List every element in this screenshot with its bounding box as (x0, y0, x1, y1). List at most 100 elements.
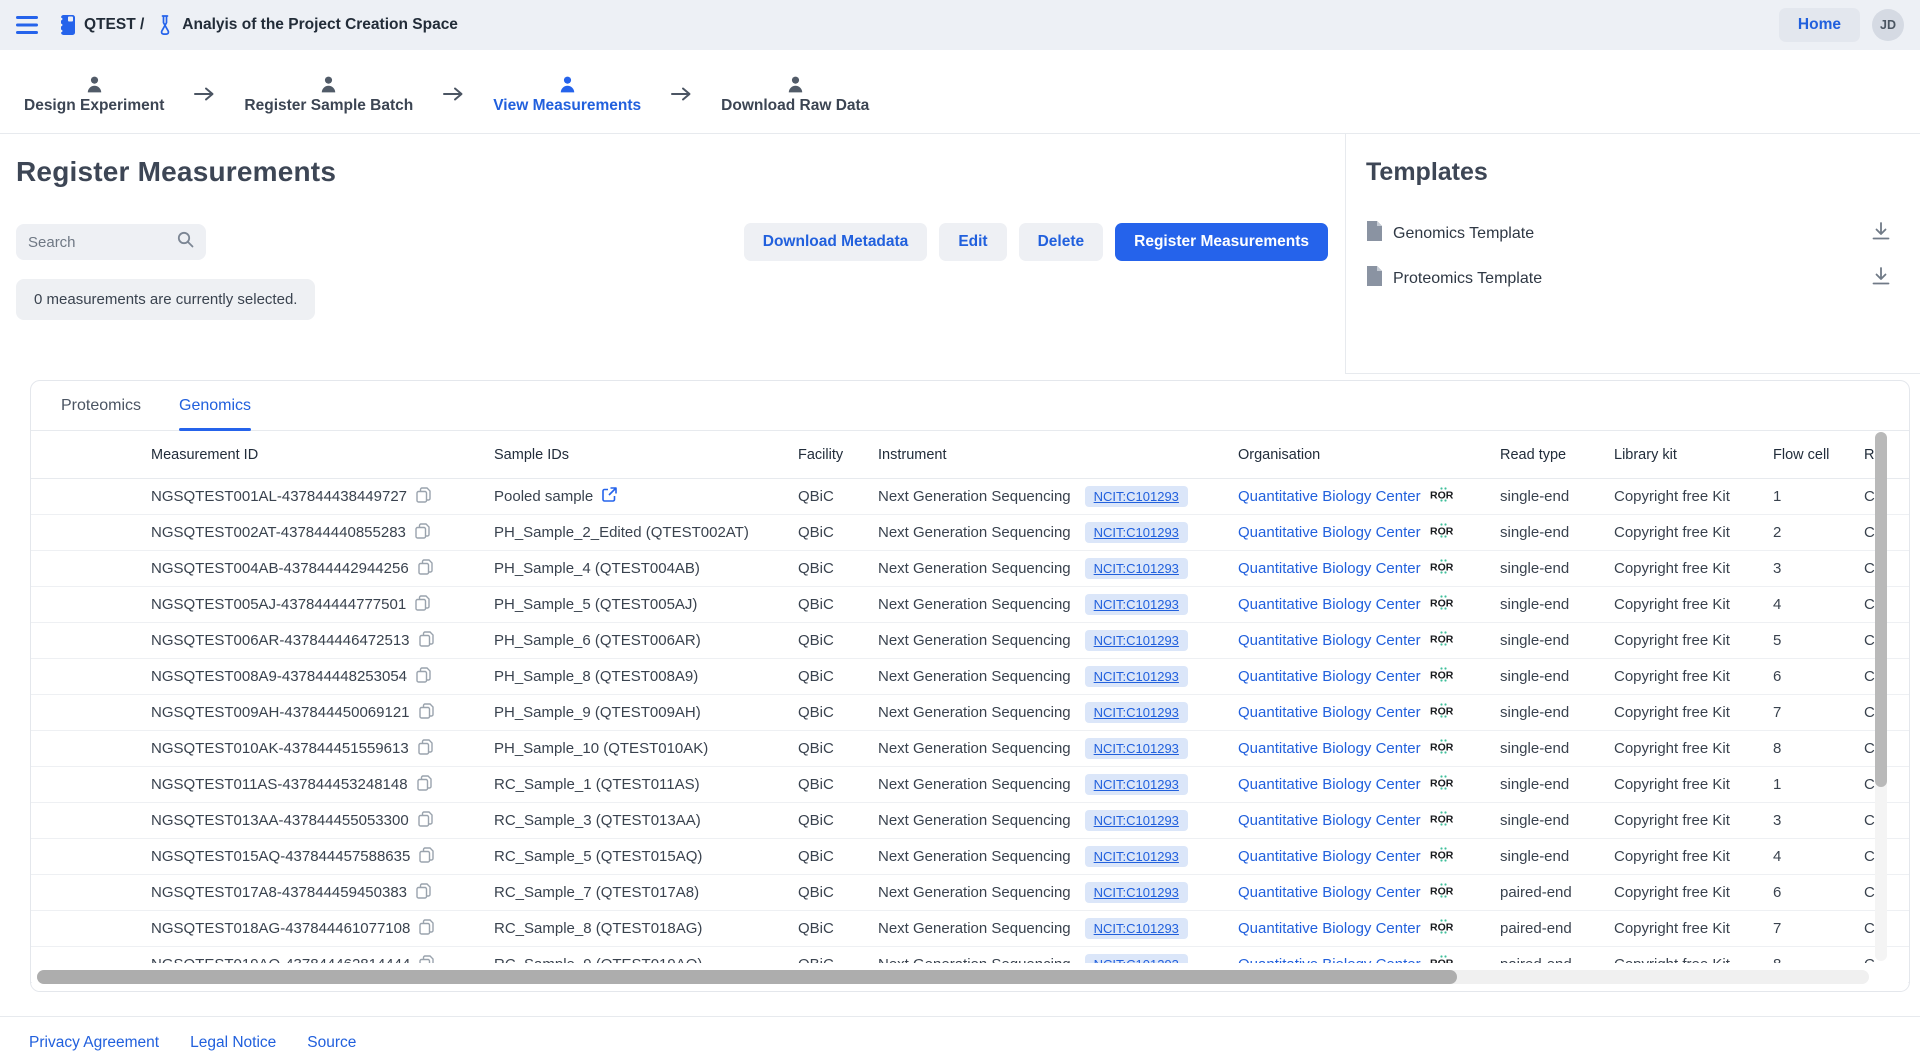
breadcrumb-experiment-title[interactable]: Analyis of the Project Creation Space (182, 16, 458, 34)
delete-button[interactable]: Delete (1019, 223, 1104, 261)
breadcrumb-project-code[interactable]: QTEST / (84, 16, 144, 34)
library-kit-cell: Copyright free Kit (1614, 704, 1773, 721)
organisation-link[interactable]: Quantitative Biology Center (1238, 848, 1421, 865)
read-type-cell: paired-end (1500, 884, 1614, 901)
library-kit-cell: Copyright free Kit (1614, 596, 1773, 613)
register-measurements-button[interactable]: Register Measurements (1115, 223, 1328, 261)
footer-link[interactable]: Source (307, 1034, 356, 1052)
organisation-link[interactable]: Quantitative Biology Center (1238, 776, 1421, 793)
column-header: Read type (1500, 447, 1614, 463)
external-link-icon[interactable] (602, 487, 617, 506)
facility-cell: QBiC (798, 596, 878, 613)
facility-cell: QBiC (798, 920, 878, 937)
copy-icon[interactable] (419, 703, 434, 723)
ontology-ref-badge[interactable]: NCIT:C101293 (1085, 738, 1188, 759)
copy-icon[interactable] (416, 667, 431, 687)
organisation-link[interactable]: Quantitative Biology Center (1238, 668, 1421, 685)
svg-text:ROR: ROR (1430, 490, 1454, 502)
read-type-cell: single-end (1500, 848, 1614, 865)
measurement-id-cell: NGSQTEST017A8-437844459450383 (151, 883, 494, 903)
template-item: Genomics Template (1366, 211, 1890, 256)
copy-icon[interactable] (417, 775, 432, 795)
ontology-ref-badge[interactable]: NCIT:C101293 (1085, 774, 1188, 795)
copy-icon[interactable] (419, 919, 434, 939)
ontology-ref-badge[interactable]: NCIT:C101293 (1085, 486, 1188, 507)
organisation-link[interactable]: Quantitative Biology Center (1238, 596, 1421, 613)
ontology-ref-badge[interactable]: NCIT:C101293 (1085, 666, 1188, 687)
svg-text:ROR: ROR (1430, 562, 1454, 574)
ror-logo-icon: ROR (1429, 631, 1458, 650)
facility-cell: QBiC (798, 632, 878, 649)
column-header: Instrument (878, 447, 1238, 463)
organisation-link[interactable]: Quantitative Biology Center (1238, 488, 1421, 505)
search-input[interactable] (28, 234, 177, 251)
user-avatar[interactable]: JD (1872, 9, 1904, 41)
vertical-scrollbar-thumb[interactable] (1875, 432, 1887, 787)
table-row: NGSQTEST002AT-437844440855283 PH_Sample_… (31, 515, 1909, 551)
copy-icon[interactable] (418, 559, 433, 579)
tab[interactable]: Genomics (163, 381, 267, 430)
instrument-cell: Next Generation Sequencing NCIT:C101293 (878, 666, 1238, 687)
organisation-cell: Quantitative Biology Center ROR (1238, 739, 1500, 758)
footer-link[interactable]: Legal Notice (190, 1034, 276, 1052)
copy-icon[interactable] (416, 487, 431, 507)
ontology-ref-badge[interactable]: NCIT:C101293 (1085, 558, 1188, 579)
ror-logo-icon: ROR (1429, 847, 1458, 866)
organisation-link[interactable]: Quantitative Biology Center (1238, 704, 1421, 721)
read-type-cell: single-end (1500, 740, 1614, 757)
home-button[interactable]: Home (1779, 8, 1860, 42)
instrument-cell: Next Generation Sequencing NCIT:C101293 (878, 846, 1238, 867)
library-kit-cell: Copyright free Kit (1614, 524, 1773, 541)
read-type-cell: paired-end (1500, 920, 1614, 937)
organisation-link[interactable]: Quantitative Biology Center (1238, 632, 1421, 649)
read-type-cell: single-end (1500, 632, 1614, 649)
ontology-ref-badge[interactable]: NCIT:C101293 (1085, 594, 1188, 615)
copy-icon[interactable] (418, 811, 433, 831)
workflow-step-button[interactable]: Register Sample Batch (244, 69, 413, 115)
content-header-zone: Register Measurements Download Metadata … (0, 134, 1920, 380)
horizontal-scrollbar-thumb[interactable] (37, 970, 1457, 984)
copy-icon[interactable] (419, 847, 434, 867)
instrument-name: Next Generation Sequencing (878, 704, 1071, 721)
organisation-link[interactable]: Quantitative Biology Center (1238, 740, 1421, 757)
library-kit-cell: Copyright free Kit (1614, 776, 1773, 793)
measurement-id-cell: NGSQTEST018AG-437844461077108 (151, 919, 494, 939)
menu-icon[interactable] (16, 16, 38, 34)
ontology-ref-badge[interactable]: NCIT:C101293 (1085, 810, 1188, 831)
download-icon[interactable] (1872, 267, 1890, 290)
copy-icon[interactable] (415, 595, 430, 615)
read-type-cell: single-end (1500, 488, 1614, 505)
copy-icon[interactable] (416, 883, 431, 903)
footer-link[interactable]: Privacy Agreement (29, 1034, 159, 1052)
download-icon[interactable] (1872, 222, 1890, 245)
organisation-link[interactable]: Quantitative Biology Center (1238, 812, 1421, 829)
workflow-step-button[interactable]: Design Experiment (24, 69, 164, 115)
ontology-ref-badge[interactable]: NCIT:C101293 (1085, 882, 1188, 903)
organisation-link[interactable]: Quantitative Biology Center (1238, 920, 1421, 937)
ontology-ref-badge[interactable]: NCIT:C101293 (1085, 522, 1188, 543)
facility-cell: QBiC (798, 776, 878, 793)
read-type-cell: single-end (1500, 524, 1614, 541)
workflow-step-button[interactable]: View Measurements (493, 69, 641, 115)
library-kit-cell: Copyright free Kit (1614, 488, 1773, 505)
instrument-name: Next Generation Sequencing (878, 560, 1071, 577)
ontology-ref-badge[interactable]: NCIT:C101293 (1085, 918, 1188, 939)
sample-id: RC_Sample_3 (QTEST013AA) (494, 812, 701, 829)
ontology-ref-badge[interactable]: NCIT:C101293 (1085, 846, 1188, 867)
tab[interactable]: Proteomics (45, 381, 157, 430)
organisation-link[interactable]: Quantitative Biology Center (1238, 560, 1421, 577)
workflow-step-button[interactable]: Download Raw Data (721, 69, 869, 115)
ontology-ref-badge[interactable]: NCIT:C101293 (1085, 630, 1188, 651)
copy-icon[interactable] (415, 523, 430, 543)
edit-button[interactable]: Edit (939, 223, 1006, 261)
person-icon (558, 75, 577, 94)
column-header: Flow cell (1773, 447, 1864, 463)
instrument-cell: Next Generation Sequencing NCIT:C101293 (878, 738, 1238, 759)
organisation-link[interactable]: Quantitative Biology Center (1238, 524, 1421, 541)
organisation-link[interactable]: Quantitative Biology Center (1238, 884, 1421, 901)
ontology-ref-badge[interactable]: NCIT:C101293 (1085, 702, 1188, 723)
copy-icon[interactable] (418, 739, 433, 759)
copy-icon[interactable] (419, 631, 434, 651)
organisation-cell: Quantitative Biology Center ROR (1238, 559, 1500, 578)
download-metadata-button[interactable]: Download Metadata (744, 223, 928, 261)
